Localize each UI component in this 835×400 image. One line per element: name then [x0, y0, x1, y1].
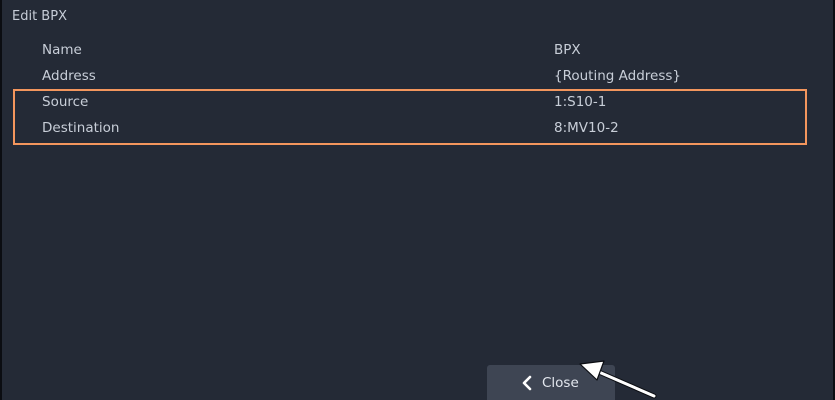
field-label-name: Name [42, 42, 82, 58]
field-value-name[interactable]: BPX [554, 41, 581, 59]
highlight-annotation-box [13, 89, 807, 145]
close-button[interactable]: Close [487, 365, 615, 400]
dialog-title: Edit BPX [12, 9, 67, 24]
edit-dialog: Edit BPX Name BPX Address {Routing Addre… [0, 0, 835, 400]
close-button-label: Close [542, 374, 579, 391]
field-value-address[interactable]: {Routing Address} [554, 67, 681, 85]
field-label-address: Address [42, 68, 96, 84]
chevron-left-icon [522, 375, 532, 390]
